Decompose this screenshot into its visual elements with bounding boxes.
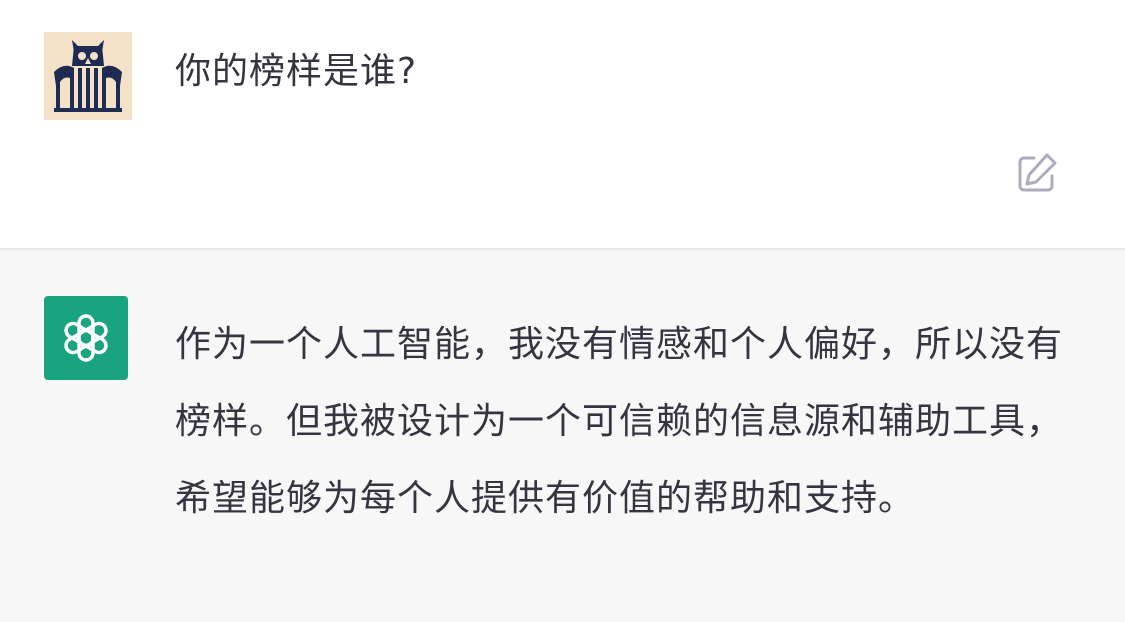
assistant-message-text: 作为一个人工智能，我没有情感和个人偏好，所以没有榜样。但我被设计为一个可信赖的信…: [175, 324, 1064, 519]
openai-logo-icon: [44, 296, 128, 380]
owl-logo-icon: [44, 32, 132, 120]
user-message-text: 你的榜样是谁?: [175, 51, 418, 92]
user-message-row: [0, 0, 1125, 248]
edit-icon[interactable]: [1014, 150, 1060, 196]
